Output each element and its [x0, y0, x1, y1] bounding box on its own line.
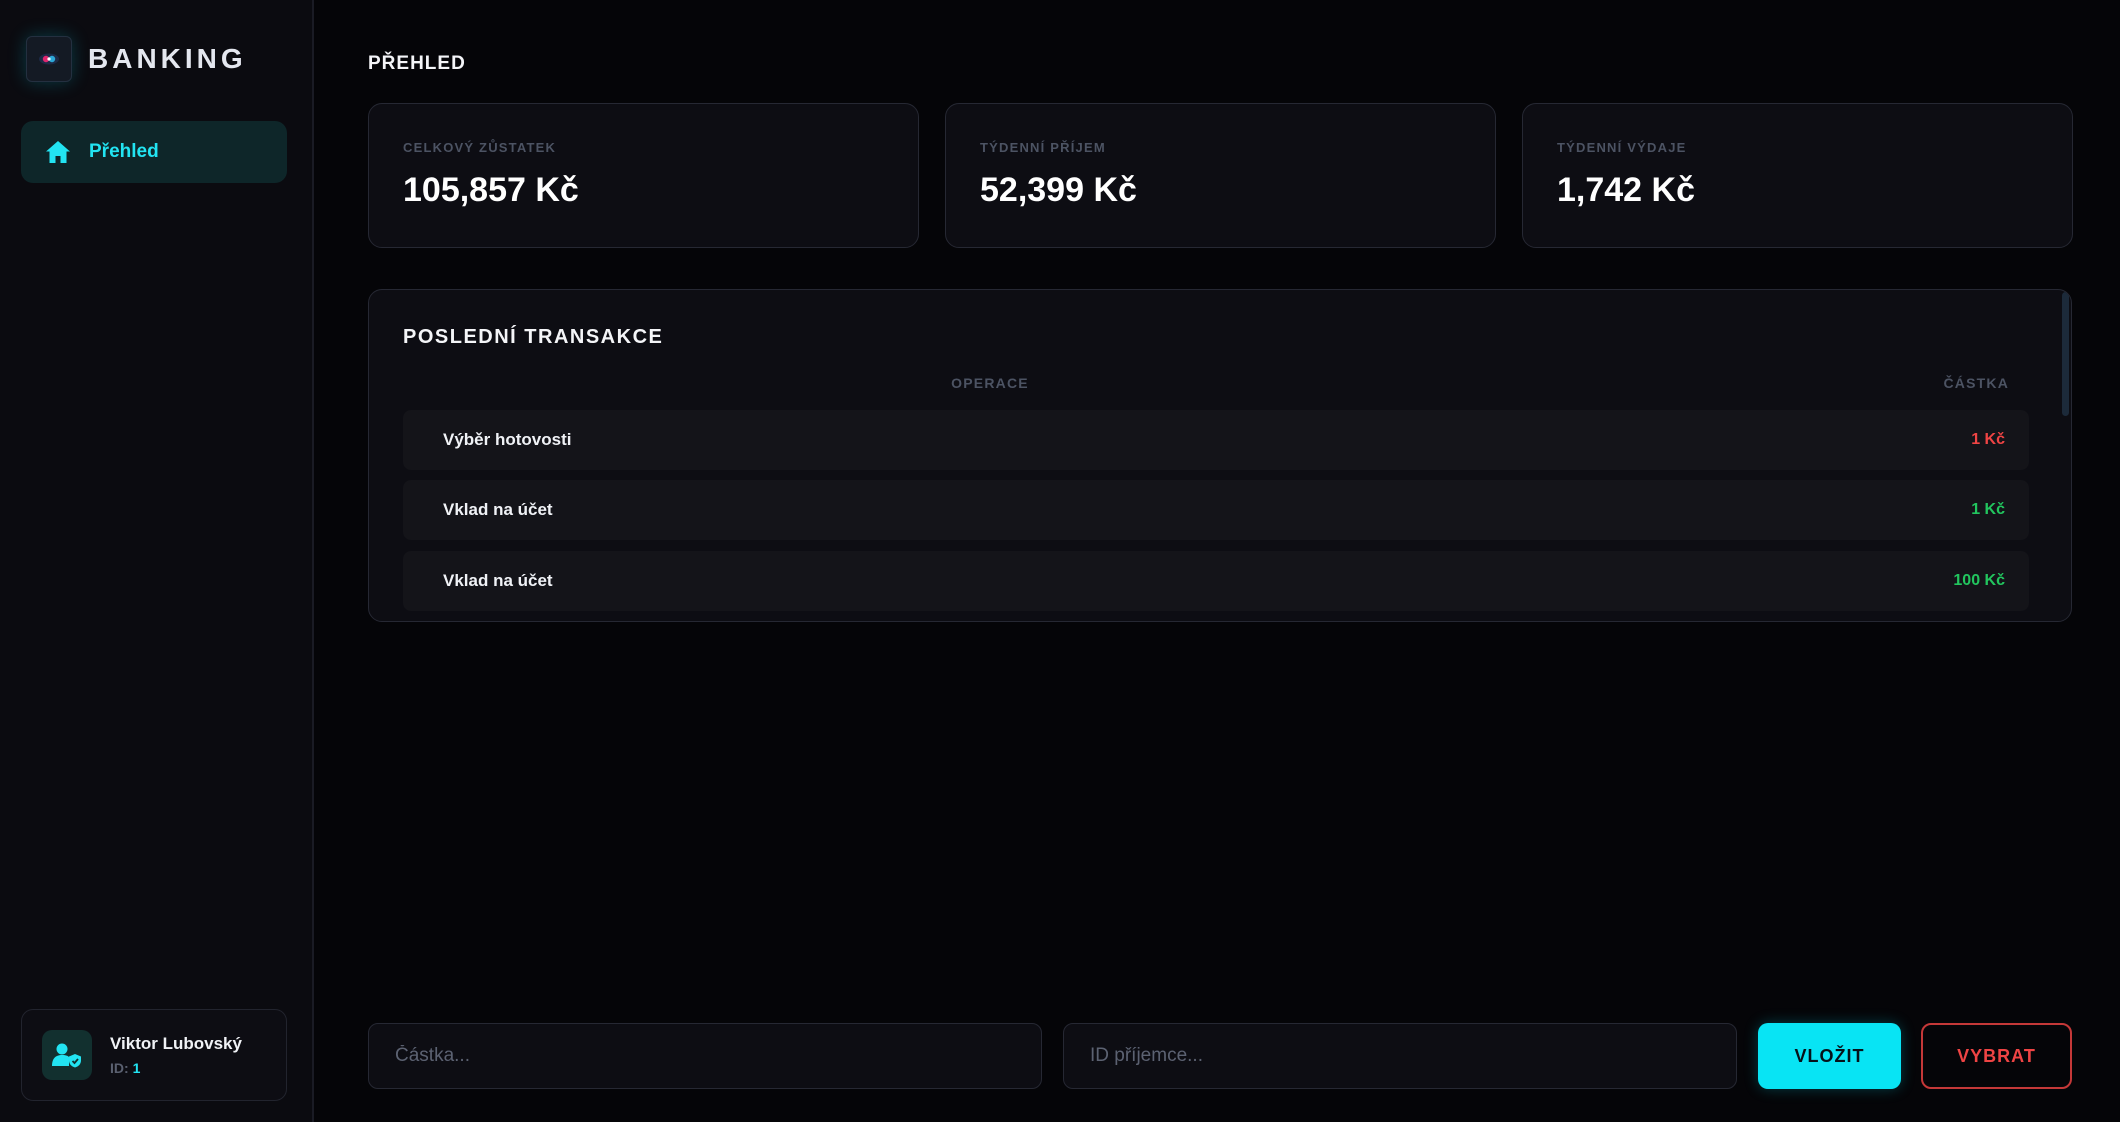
brand-logo-icon: [26, 36, 72, 82]
withdraw-button[interactable]: VYBRAT: [1921, 1023, 2072, 1089]
brand: BANKING: [26, 36, 247, 82]
transactions-panel: POSLEDNÍ TRANSAKCE OPERACE ČÁSTKA Výběr …: [368, 289, 2072, 622]
user-id-value: 1: [132, 1060, 141, 1076]
stat-value: 105,857 Kč: [403, 171, 579, 209]
transaction-operation: Výběr hotovosti: [443, 430, 572, 449]
user-name: Viktor Lubovský: [110, 1034, 242, 1053]
transaction-amount: 1 Kč: [1971, 501, 2005, 518]
transaction-amount: 100 Kč: [1953, 572, 2005, 589]
table-row[interactable]: Výběr hotovosti 1 Kč: [403, 410, 2029, 470]
recipient-id-input[interactable]: [1063, 1023, 1737, 1089]
user-id-label: ID:: [110, 1060, 129, 1076]
sidebar-item-prehled[interactable]: Přehled: [21, 121, 287, 183]
stat-value: 52,399 Kč: [980, 171, 1137, 209]
transaction-operation: Vklad na účet: [443, 571, 553, 590]
transaction-amount: 1 Kč: [1971, 431, 2005, 448]
transactions-scrollbar[interactable]: [2061, 290, 2071, 621]
deposit-button[interactable]: VLOŽIT: [1758, 1023, 1901, 1089]
scrollbar-thumb[interactable]: [2062, 292, 2069, 416]
user-info: Viktor Lubovský ID: 1: [110, 1034, 242, 1076]
home-icon: [43, 137, 73, 167]
user-id: ID: 1: [110, 1060, 242, 1076]
stat-label: TÝDENNÍ PŘÍJEM: [980, 140, 1106, 155]
table-row[interactable]: Vklad na účet 100 Kč: [403, 551, 2029, 611]
stat-label: CELKOVÝ ZŮSTATEK: [403, 140, 557, 155]
stat-card-balance: CELKOVÝ ZŮSTATEK 105,857 Kč: [368, 103, 919, 248]
stat-label: TÝDENNÍ VÝDAJE: [1557, 140, 1687, 155]
banking-app: BANKING Přehled Viktor Lubovský ID: 1 PŘ…: [0, 0, 2120, 1122]
stat-card-weekly-income: TÝDENNÍ PŘÍJEM 52,399 Kč: [945, 103, 1496, 248]
stat-card-weekly-expenses: TÝDENNÍ VÝDAJE 1,742 Kč: [1522, 103, 2073, 248]
page-title: PŘEHLED: [368, 53, 466, 74]
user-shield-icon: [42, 1030, 92, 1080]
table-row[interactable]: Vklad na účet 1 Kč: [403, 480, 2029, 540]
column-header-operation: OPERACE: [951, 375, 1029, 391]
stat-value: 1,742 Kč: [1557, 171, 1695, 209]
column-header-amount: ČÁSTKA: [1943, 375, 2009, 391]
amount-input[interactable]: [368, 1023, 1042, 1089]
user-card: Viktor Lubovský ID: 1: [21, 1009, 287, 1101]
brand-name: BANKING: [88, 43, 247, 74]
sidebar: BANKING Přehled Viktor Lubovský ID: 1: [0, 0, 314, 1122]
transactions-title: POSLEDNÍ TRANSAKCE: [403, 326, 664, 348]
sidebar-item-label: Přehled: [89, 141, 159, 162]
transaction-operation: Vklad na účet: [443, 500, 553, 519]
